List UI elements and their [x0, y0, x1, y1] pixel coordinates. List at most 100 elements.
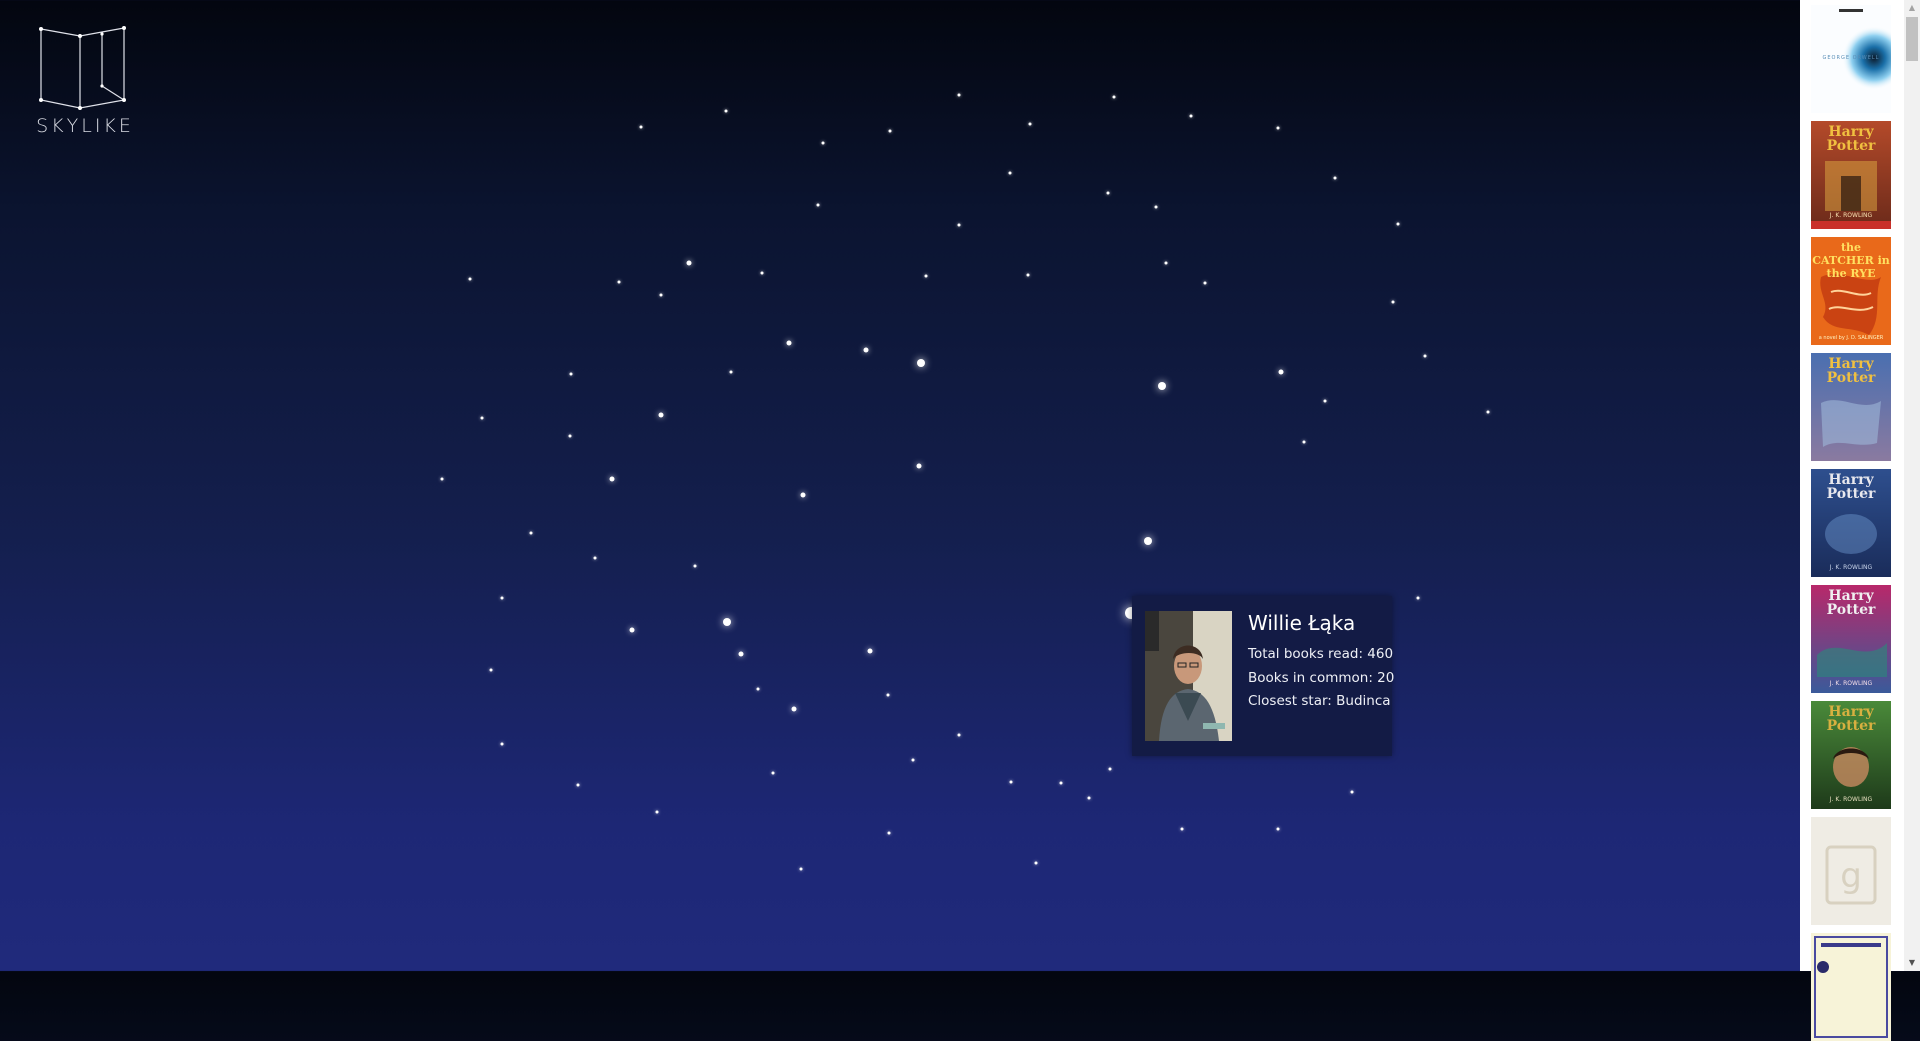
- star-user-55[interactable]: [886, 693, 890, 697]
- star-user-37[interactable]: [658, 412, 664, 418]
- star-user-36[interactable]: [729, 370, 733, 374]
- book-2-author: J. K. ROWLING: [1829, 212, 1873, 219]
- star-user-19[interactable]: [617, 280, 621, 284]
- star-user-47[interactable]: [800, 492, 806, 498]
- book-cover-5[interactable]: Harry Potter J. K. ROWLING: [1811, 469, 1891, 577]
- star-user-76[interactable]: [799, 867, 803, 871]
- star-user-34[interactable]: [1486, 410, 1490, 414]
- star-user-13[interactable]: [1008, 171, 1012, 175]
- star-user-12[interactable]: [1391, 300, 1395, 304]
- star-user-35[interactable]: [1302, 440, 1306, 444]
- star-user-7[interactable]: [1112, 95, 1116, 99]
- star-user-3[interactable]: [821, 141, 825, 145]
- user-name: Willie Łąka: [1248, 611, 1356, 635]
- star-user-57[interactable]: [791, 706, 797, 712]
- book-cover-8-placeholder[interactable]: g: [1811, 817, 1891, 925]
- book-cover-6[interactable]: Harry Potter J. K. ROWLING: [1811, 585, 1891, 693]
- star-user-21[interactable]: [686, 260, 692, 266]
- book-1-author: GEORGE ORWELL: [1822, 55, 1880, 61]
- star-user-5[interactable]: [957, 93, 961, 97]
- star-user-18[interactable]: [468, 277, 472, 281]
- star-user-48[interactable]: [1144, 537, 1152, 545]
- star-user-28[interactable]: [863, 347, 869, 353]
- scroll-down-arrow-icon[interactable]: ▼: [1904, 955, 1920, 971]
- star-user-61[interactable]: [655, 810, 659, 814]
- star-user-59[interactable]: [500, 742, 504, 746]
- star-user-31[interactable]: [1278, 369, 1284, 375]
- star-user-67[interactable]: [1087, 796, 1091, 800]
- vertical-scrollbar[interactable]: ▲ ▼: [1904, 0, 1920, 971]
- star-user-39[interactable]: [569, 372, 573, 376]
- star-user-14[interactable]: [1106, 191, 1110, 195]
- star-user-58[interactable]: [489, 668, 493, 672]
- star-user-25[interactable]: [1164, 261, 1168, 265]
- star-user-40[interactable]: [568, 434, 572, 438]
- closest-star: Closest star: Budinca: [1248, 693, 1391, 709]
- star-user-33[interactable]: [1423, 354, 1427, 358]
- book-cover-1[interactable]: GEORGE ORWELL: [1811, 5, 1891, 113]
- star-field: [0, 0, 1800, 971]
- star-user-9[interactable]: [1276, 126, 1280, 130]
- star-user-66[interactable]: [1059, 781, 1063, 785]
- star-user-41[interactable]: [609, 476, 615, 482]
- scroll-up-arrow-icon[interactable]: ▲: [1904, 0, 1920, 16]
- book-cover-4[interactable]: Harry Potter: [1811, 353, 1891, 461]
- star-user-62[interactable]: [771, 771, 775, 775]
- star-user-8[interactable]: [1189, 114, 1193, 118]
- star-user-44[interactable]: [593, 556, 597, 560]
- book-cover-3[interactable]: the CATCHER in the RYE a novel by J. D. …: [1811, 237, 1891, 345]
- star-user-29[interactable]: [917, 359, 925, 367]
- star-user-50[interactable]: [500, 596, 504, 600]
- star-user-4[interactable]: [888, 129, 892, 133]
- star-user-32[interactable]: [1323, 399, 1327, 403]
- book-5-author: J. K. ROWLING: [1829, 564, 1873, 571]
- book-3-title: the CATCHER in the RYE: [1812, 241, 1890, 280]
- scroll-thumb[interactable]: [1906, 17, 1918, 61]
- star-user-54[interactable]: [867, 648, 873, 654]
- star-user-51[interactable]: [629, 627, 635, 633]
- goodreads-g-icon: g: [1825, 845, 1877, 905]
- star-user-20[interactable]: [659, 293, 663, 297]
- star-user-38[interactable]: [480, 416, 484, 420]
- star-user-71[interactable]: [1350, 790, 1354, 794]
- star-user-10[interactable]: [1333, 176, 1337, 180]
- star-user-52[interactable]: [723, 618, 731, 626]
- star-user-42[interactable]: [440, 477, 444, 481]
- star-user-17[interactable]: [957, 223, 961, 227]
- star-user-22[interactable]: [760, 271, 764, 275]
- book-cover-7[interactable]: Harry Potter J. K. ROWLING: [1811, 701, 1891, 809]
- star-user-74[interactable]: [887, 831, 891, 835]
- star-user-30[interactable]: [1158, 382, 1166, 390]
- book-cover-9[interactable]: [1811, 933, 1891, 1041]
- star-user-23[interactable]: [924, 274, 928, 278]
- user-photo: [1145, 611, 1232, 741]
- star-user-43[interactable]: [529, 531, 533, 535]
- star-user-6[interactable]: [1028, 122, 1032, 126]
- star-user-72[interactable]: [1180, 827, 1184, 831]
- star-user-46[interactable]: [916, 463, 922, 469]
- star-user-60[interactable]: [576, 783, 580, 787]
- book-3-author: a novel by J. D. SALINGER: [1818, 335, 1884, 341]
- star-user-65[interactable]: [1009, 780, 1013, 784]
- star-user-2[interactable]: [724, 109, 728, 113]
- star-user-45[interactable]: [693, 564, 697, 568]
- star-user-56[interactable]: [756, 687, 760, 691]
- open-book-constellation-icon: [39, 26, 126, 110]
- star-user-49[interactable]: [1416, 596, 1420, 600]
- star-user-64[interactable]: [957, 733, 961, 737]
- star-user-1[interactable]: [639, 125, 643, 129]
- skylike-logo[interactable]: SKYLIKE: [36, 24, 134, 144]
- star-user-53[interactable]: [738, 651, 744, 657]
- star-user-26[interactable]: [1203, 281, 1207, 285]
- star-user-63[interactable]: [911, 758, 915, 762]
- book-cover-2[interactable]: Harry Potter J. K. ROWLING: [1811, 121, 1891, 229]
- star-user-15[interactable]: [1154, 205, 1158, 209]
- star-user-11[interactable]: [1396, 222, 1400, 226]
- book-cover-sidebar: GEORGE ORWELL Harry Potter J. K. ROWLING…: [1800, 0, 1920, 1041]
- star-user-73[interactable]: [1276, 827, 1280, 831]
- star-user-24[interactable]: [1026, 273, 1030, 277]
- star-user-27[interactable]: [786, 340, 792, 346]
- star-user-16[interactable]: [816, 203, 820, 207]
- star-user-68[interactable]: [1108, 767, 1112, 771]
- star-user-75[interactable]: [1034, 861, 1038, 865]
